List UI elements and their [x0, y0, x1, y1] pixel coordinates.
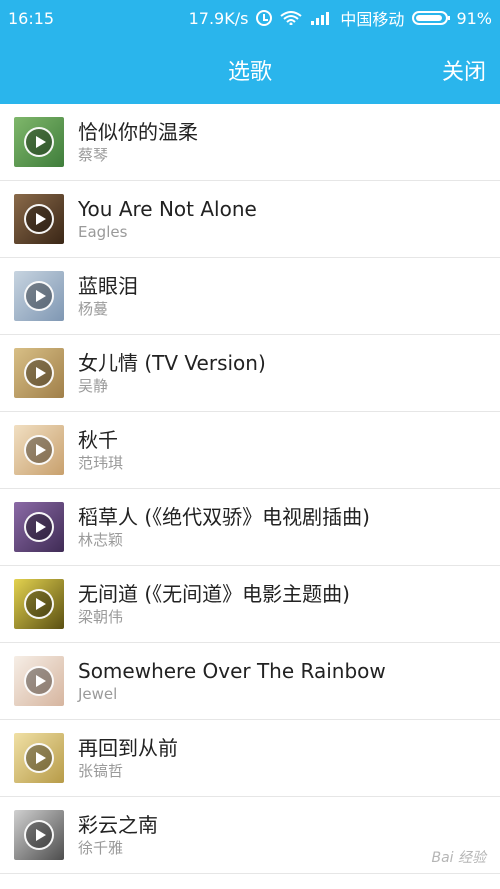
song-meta: 秋千 范玮琪	[78, 427, 123, 473]
page-title: 选歌	[227, 60, 272, 85]
network-speed: 17.9K/s	[188, 8, 249, 28]
album-cover[interactable]	[14, 656, 64, 706]
song-title: 再回到从前	[78, 736, 178, 760]
song-title: 稻草人 (《绝代双骄》电视剧插曲)	[78, 505, 370, 529]
song-row[interactable]: 再回到从前 张镐哲	[0, 720, 500, 797]
album-cover[interactable]	[14, 579, 64, 629]
song-row[interactable]: 无间道 (《无间道》电影主题曲) 梁朝伟	[0, 566, 500, 643]
song-title: 无间道 (《无间道》电影主题曲)	[78, 582, 350, 606]
song-row[interactable]: 秋千 范玮琪	[0, 412, 500, 489]
play-icon[interactable]	[24, 589, 54, 619]
play-icon[interactable]	[24, 512, 54, 542]
song-meta: 稻草人 (《绝代双骄》电视剧插曲) 林志颖	[78, 504, 370, 550]
song-meta: You Are Not Alone Eagles	[78, 196, 257, 242]
album-cover[interactable]	[14, 348, 64, 398]
play-icon[interactable]	[24, 281, 54, 311]
song-row[interactable]: Somewhere Over The Rainbow Jewel	[0, 643, 500, 720]
song-artist: Eagles	[78, 223, 128, 241]
carrier-name: 中国移动	[340, 10, 405, 29]
song-title: 蓝眼泪	[78, 274, 138, 298]
play-icon[interactable]	[24, 435, 54, 465]
album-cover[interactable]	[14, 194, 64, 244]
song-row[interactable]: 稻草人 (《绝代双骄》电视剧插曲) 林志颖	[0, 489, 500, 566]
play-icon[interactable]	[24, 358, 54, 388]
album-cover[interactable]	[14, 810, 64, 860]
status-bar: 16:15 17.9K/s 中国移动 91%	[0, 0, 500, 36]
song-title: 女儿情 (TV Version)	[78, 351, 266, 375]
song-row[interactable]: 恰似你的温柔 蔡琴	[0, 104, 500, 181]
song-title: 彩云之南	[78, 813, 158, 837]
album-cover[interactable]	[14, 271, 64, 321]
song-meta: 无间道 (《无间道》电影主题曲) 梁朝伟	[78, 581, 350, 627]
watermark-logo: Bai 经验	[431, 850, 486, 866]
song-row[interactable]: 彩云之南 徐千雅 Bai 经验	[0, 797, 500, 874]
play-icon[interactable]	[24, 743, 54, 773]
album-cover[interactable]	[14, 733, 64, 783]
song-artist: 蔡琴	[78, 146, 109, 164]
album-cover[interactable]	[14, 502, 64, 552]
song-artist: 杨蔓	[78, 300, 109, 318]
battery-icon	[412, 11, 451, 25]
song-list: 恰似你的温柔 蔡琴 You Are Not Alone Eagles 蓝眼泪 杨…	[0, 104, 500, 874]
play-icon[interactable]	[24, 127, 54, 157]
song-meta: 女儿情 (TV Version) 吴静	[78, 350, 266, 396]
signal-icon	[311, 12, 330, 25]
song-title: 秋千	[78, 428, 118, 452]
wifi-icon	[280, 11, 303, 25]
play-icon[interactable]	[24, 666, 54, 696]
song-meta: Somewhere Over The Rainbow Jewel	[78, 658, 386, 704]
song-title: Somewhere Over The Rainbow	[78, 659, 386, 683]
song-meta: 恰似你的温柔 蔡琴	[78, 119, 198, 165]
song-artist: 梁朝伟	[78, 608, 124, 626]
song-row[interactable]: 蓝眼泪 杨蔓	[0, 258, 500, 335]
song-meta: 蓝眼泪 杨蔓	[78, 273, 138, 319]
play-icon[interactable]	[24, 820, 54, 850]
song-artist: 林志颖	[78, 531, 124, 549]
album-cover[interactable]	[14, 425, 64, 475]
play-icon[interactable]	[24, 204, 54, 234]
app-topbar: 16:15 17.9K/s 中国移动 91% 选歌 关闭	[0, 0, 500, 104]
status-right: 17.9K/s 中国移动 91%	[189, 6, 492, 30]
song-artist: 吴静	[78, 377, 109, 395]
status-time: 16:15	[8, 8, 55, 28]
alarm-icon	[256, 10, 273, 26]
album-cover[interactable]	[14, 117, 64, 167]
song-row[interactable]: 女儿情 (TV Version) 吴静	[0, 335, 500, 412]
song-artist: 张镐哲	[78, 762, 124, 780]
song-row[interactable]: You Are Not Alone Eagles	[0, 181, 500, 258]
battery-level: 91%	[456, 8, 492, 28]
close-button[interactable]: 关闭	[442, 54, 486, 86]
song-meta: 彩云之南 徐千雅	[78, 812, 158, 858]
song-artist: 徐千雅	[78, 839, 124, 857]
song-meta: 再回到从前 张镐哲	[78, 735, 178, 781]
song-title: You Are Not Alone	[78, 197, 257, 221]
song-artist: Jewel	[78, 685, 118, 703]
song-artist: 范玮琪	[78, 454, 124, 472]
page-header: 选歌 关闭	[0, 36, 500, 104]
song-title: 恰似你的温柔	[78, 120, 198, 144]
